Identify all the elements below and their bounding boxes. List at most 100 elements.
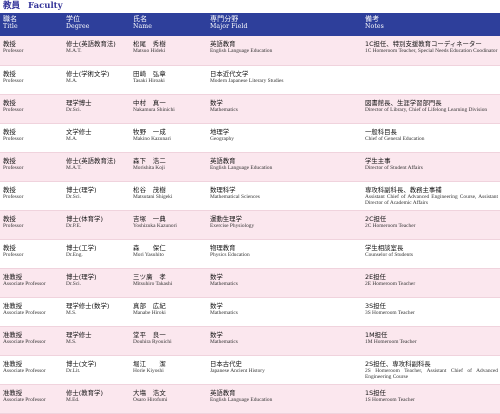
table-body: 教授 Professor 修士(英語教育法) M.A.T. 松尾 秀樹 Matsuo …	[0, 36, 500, 414]
header-title: 職名 Title	[0, 13, 63, 36]
cell-name: 吉塚 一典 Yoshizuka Kazunori	[130, 210, 207, 240]
notes-en: Counselor of Students	[365, 251, 413, 258]
cell-name: 中村 真一 Nakamura Shinichi	[130, 94, 207, 124]
cell-notes: 1C担任、特別支援教育コーディネーター 1C Homeroom Teacher, …	[362, 36, 500, 66]
cell-name: 田崎 弘章 Tasaki Hiroaki	[130, 65, 207, 95]
cell-degree: 博士(工学) Dr.Eng.	[63, 239, 130, 269]
field-jp: 日本古代史	[210, 359, 242, 368]
table-row: 准教授 Associate Professor 修士(教育学) M.Ed. 大塲 浩…	[0, 384, 500, 414]
table-row: 准教授 Associate Professor 博士(理学) Dr.Sci. 三ツ廣…	[0, 268, 500, 298]
header-field-en: Major Field	[210, 23, 248, 30]
field-en: Mathematical Sciences	[210, 193, 260, 200]
degree-en: M.A.T.	[66, 164, 82, 171]
cell-title: 教授 Professor	[0, 94, 63, 124]
faculty-table: 職名 Title 学位 Degree 氏名 Name 専門分野 Major Field …	[0, 13, 500, 414]
title-jp: 教授	[3, 127, 16, 136]
degree-en: M.S.	[66, 338, 77, 345]
title-jp: 教授	[3, 185, 16, 194]
name-en: Makino Kazunari	[133, 135, 171, 142]
degree-jp: 博士(文学)	[66, 359, 97, 368]
cell-field: 数学 Mathematics	[207, 94, 362, 124]
cell-degree: 博士(文学) Dr.Lit.	[63, 355, 130, 385]
cell-notes: 2C担任 2C Homeroom Teacher	[362, 210, 500, 240]
name-en: Horie Kiyoshi	[133, 367, 164, 374]
cell-title: 教授 Professor	[0, 181, 63, 211]
cell-field: 数理科学 Mathematical Sciences	[207, 181, 362, 211]
degree-en: Dr.Sci.	[66, 193, 81, 200]
cell-field: 日本古代史 Japanese Ancient History	[207, 355, 362, 385]
cell-degree: 理学修士(数学) M.S.	[63, 297, 130, 327]
cell-degree: 文学修士 M.A.	[63, 123, 130, 153]
header-degree: 学位 Degree	[63, 13, 130, 36]
cell-notes: 図書館長、生涯学習部門長 Director of Library, Chief o…	[362, 94, 500, 124]
title-en: Professor	[3, 106, 24, 113]
name-jp: 松尾 秀樹	[133, 40, 166, 48]
table-row: 教授 Professor 修士(英語教育法) M.A.T. 森下 浩二 Morishi…	[0, 152, 500, 182]
notes-jp: 専攻科副科長、教務主事補	[365, 185, 442, 194]
cell-notes: 一般科目長 Chief of General Education	[362, 123, 500, 153]
table-row: 教授 Professor 修士(学術文学) M.A. 田崎 弘章 Tasaki Hir…	[0, 65, 500, 95]
cell-name: 大塲 浩文 Osaro Hirofumi	[130, 384, 207, 414]
title-en: Associate Professor	[3, 367, 46, 374]
field-jp: 英語教育	[210, 388, 236, 397]
field-en: Mathematics	[210, 338, 238, 345]
notes-jp: 学生主事	[365, 156, 391, 165]
section-title: 教員 Faculty	[3, 0, 71, 12]
name-jp: 真部 広紀	[133, 301, 166, 310]
table-row: 教授 Professor 修士(英語教育法) M.A.T. 松尾 秀樹 Matsuo …	[0, 36, 500, 66]
table-row: 准教授 Associate Professor 理学修士 M.S. 堂平 良一 Dou…	[0, 326, 500, 356]
title-en: Professor	[3, 135, 24, 142]
cell-title: 教授 Professor	[0, 210, 63, 240]
name-jp: 森 保仁	[133, 243, 166, 252]
cell-degree: 博士(体育学) Dr.P.E.	[63, 210, 130, 240]
notes-en: Director of Library, Chief of Lifelong L…	[365, 106, 488, 113]
header-title-jp: 職名	[3, 15, 18, 23]
title-jp: 教授	[3, 243, 16, 252]
title-en: Associate Professor	[3, 338, 46, 345]
cell-degree: 修士(英語教育法) M.A.T.	[63, 152, 130, 182]
field-jp: 物理教育	[210, 243, 236, 252]
notes-en: Assistant Chief of Advanced Engineering …	[365, 193, 498, 207]
degree-en: Dr.P.E.	[66, 222, 82, 229]
notes-en: 1C Homeroom Teacher, Special Needs Educa…	[365, 48, 498, 54]
title-jp: 准教授	[3, 330, 23, 339]
name-jp: 中村 真一	[133, 98, 166, 107]
field-jp: 運動生理学	[210, 214, 242, 223]
field-en: English Language Education	[210, 396, 273, 403]
header-notes: 備考 Notes	[362, 13, 500, 36]
cell-notes: 学生主事 Director of Student Affairs	[362, 152, 500, 182]
cell-notes: 2S担任、専攻科副科長 2S Homeroom Teacher, Assistan…	[362, 355, 500, 385]
cell-notes: 学生相談室長 Counselor of Students	[362, 239, 500, 269]
cell-degree: 博士(理学) Dr.Sci.	[63, 268, 130, 298]
cell-notes: 2E担任 2E Homeroom Teacher	[362, 268, 500, 298]
cell-title: 教授 Professor	[0, 36, 63, 66]
cell-title: 准教授 Associate Professor	[0, 297, 63, 327]
degree-jp: 博士(工学)	[66, 243, 97, 252]
cell-title: 准教授 Associate Professor	[0, 326, 63, 356]
cell-field: 日本近代文学 Modern Japanese Literary Studies	[207, 65, 362, 95]
table-row: 教授 Professor 博士(理学) Dr.Sci. 松谷 茂樹 Matsutani…	[0, 181, 500, 211]
cell-degree: 理学博士 Dr.Sci.	[63, 94, 130, 124]
name-en: Manabe Hiroki	[133, 309, 166, 316]
degree-jp: 博士(体育学)	[66, 214, 103, 223]
degree-jp: 修士(学術文学)	[66, 69, 110, 78]
table-row: 教授 Professor 博士(体育学) Dr.P.E. 吉塚 一典 Yoshizuk…	[0, 210, 500, 240]
field-en: Geography	[210, 135, 234, 142]
title-en: Professor	[3, 193, 24, 200]
field-jp: 英語教育	[210, 156, 236, 165]
title-jp: 准教授	[3, 301, 23, 310]
cell-field: 数学 Mathematics	[207, 268, 362, 298]
name-jp: 吉塚 一典	[133, 214, 166, 223]
cell-name: 三ツ廣 孝 Mitsuhiro Takashi	[130, 268, 207, 298]
cell-name: 牧野 一成 Makino Kazunari	[130, 123, 207, 153]
field-jp: 地理学	[210, 127, 230, 136]
name-jp: 三ツ廣 孝	[133, 272, 166, 281]
name-en: Mori Yasuhito	[133, 251, 164, 258]
cell-notes: 3S担任 3S Homeroom Teacher	[362, 297, 500, 327]
notes-jp: 1S担任	[365, 388, 386, 397]
cell-notes: 1M担任 1M Homeroom Teacher	[362, 326, 500, 356]
title-jp: 教授	[3, 40, 16, 48]
title-jp: 教授	[3, 156, 16, 165]
name-en: Yoshizuka Kazunori	[133, 222, 177, 229]
header-name: 氏名 Name	[130, 13, 207, 36]
